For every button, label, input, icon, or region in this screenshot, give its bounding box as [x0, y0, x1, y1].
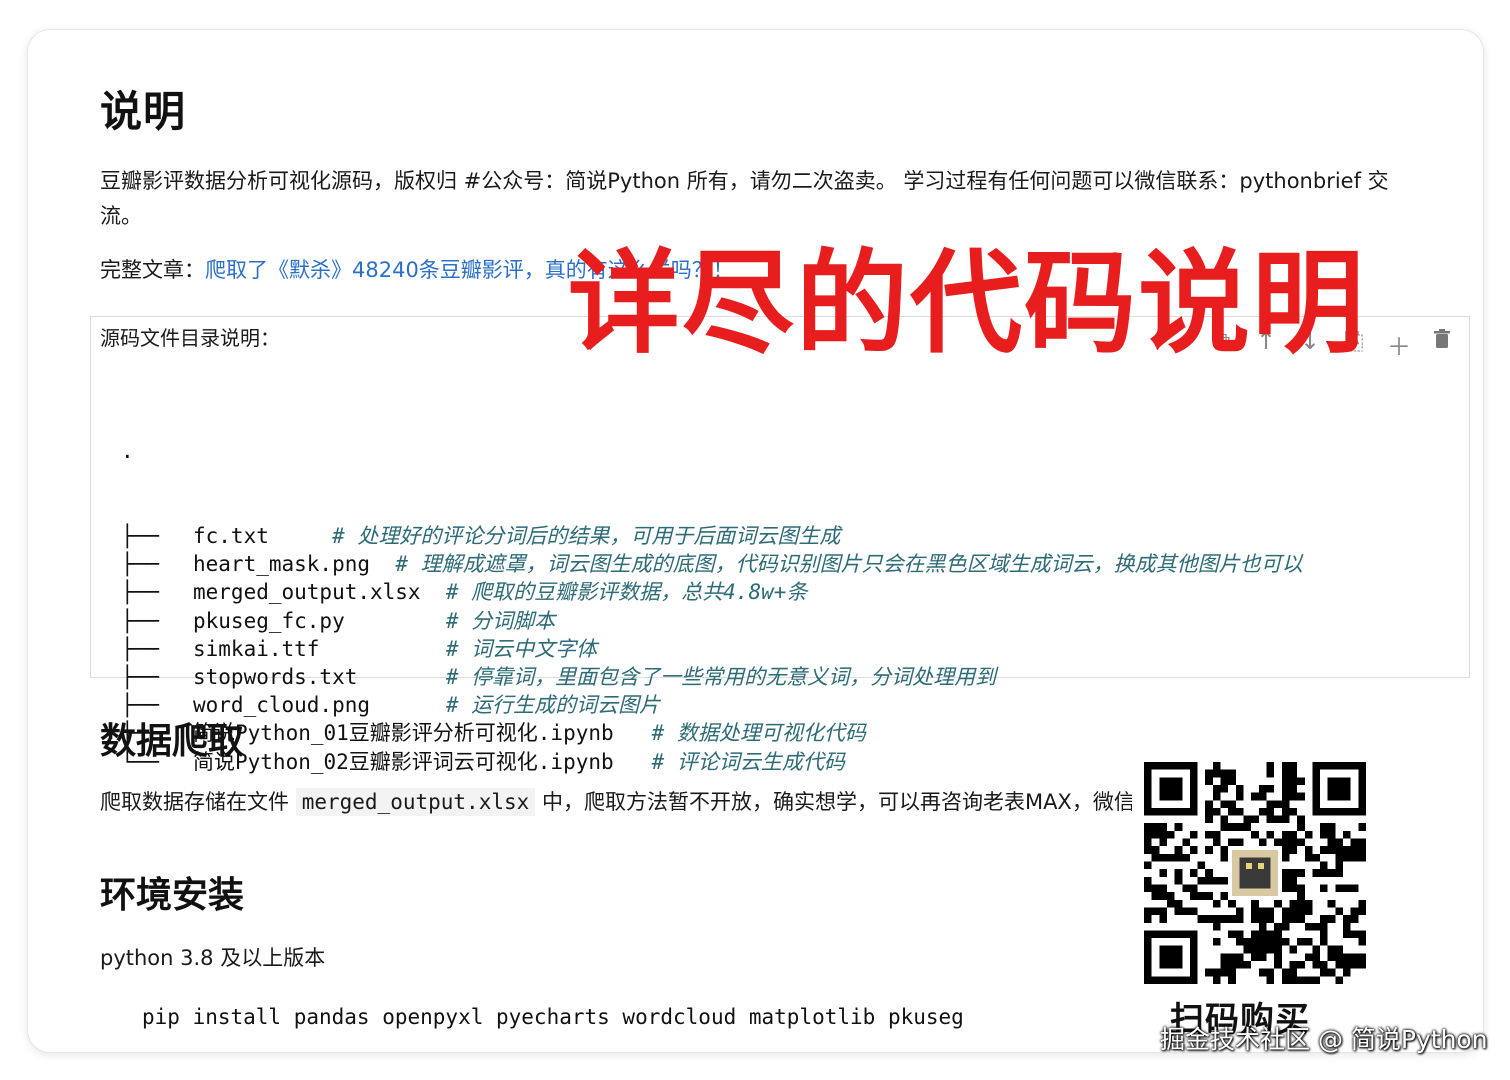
file-padding	[370, 691, 446, 719]
file-comment: # 分词脚本	[445, 608, 556, 633]
file-comment: # 评论词云生成代码	[651, 749, 845, 774]
file-comment: # 停靠词，里面包含了一些常用的无意义词，分词处理用到	[445, 665, 997, 690]
tree-row: ├── stopwords.txt # 停靠词，里面包含了一些常用的无意义词，分词…	[121, 663, 1303, 691]
tree-branch: ├──	[121, 524, 159, 549]
article-prefix: 完整文章：	[100, 258, 205, 282]
file-name: 简说Python_01豆瓣影评分析可视化.ipynb	[193, 721, 614, 746]
tree-root: .	[121, 437, 1303, 465]
file-padding	[345, 607, 446, 635]
file-comment: # 数据处理可视化代码	[651, 721, 866, 746]
section-title-install: 环境安装	[100, 875, 245, 916]
add-icon[interactable]: ＋	[1387, 327, 1411, 362]
tree-row: └── 简说Python_02豆瓣影评词云可视化.ipynb # 评论词云生成代码	[121, 748, 1303, 776]
file-tree: . ├── fc.txt # 处理好的评论分词后的结果，可用于后面词云图生成 ├──…	[121, 381, 1303, 832]
file-comment: # 处理好的评论分词后的结果，可用于后面词云图生成	[332, 524, 841, 549]
notebook-card: 说明 豆瓣影评数据分析可视化源码，版权归 #公众号：简说Python 所有，请勿…	[28, 30, 1483, 1052]
file-padding	[370, 550, 395, 578]
tree-root-dot: .	[121, 439, 134, 464]
file-padding	[319, 635, 445, 663]
tree-row: ├── merged_output.xlsx # 爬取的豆瓣影评数据，总共4.8w…	[121, 578, 1303, 606]
overlay-caption: 详尽的代码说明	[568, 239, 1366, 369]
tree-row: ├── 简说Python_01豆瓣影评分析可视化.ipynb # 数据处理可视化代…	[121, 719, 1303, 747]
crawl-text-after: 中，爬取方法暂不开放，确实想学，可以再咨询老表MAX，微信	[541, 790, 1132, 814]
section-title-crawl: 数据爬取	[100, 721, 245, 762]
tree-branch: ├──	[121, 636, 159, 661]
file-padding	[357, 663, 446, 691]
crawl-paragraph: 爬取数据存储在文件 merged_output.xlsx 中，爬取方法暂不开放，…	[100, 786, 1132, 816]
watermark: 掘金技术社区 @ 简说Python	[1160, 1025, 1488, 1054]
version-text: python 3.8 及以上版本	[100, 946, 326, 970]
file-name: pkuseg_fc.py	[193, 608, 345, 633]
file-name: merged_output.xlsx	[193, 580, 421, 605]
code-cell[interactable]: 源码文件目录说明： ⧉ ↑ ↓ ⎘ ＋ . ├── fc.txt # 处理好的评论…	[90, 316, 1470, 774]
code-cell-title: 源码文件目录说明：	[100, 326, 280, 350]
tree-row: ├── fc.txt # 处理好的评论分词后的结果，可用于后面词云图生成	[121, 522, 1303, 550]
file-name: fc.txt	[193, 524, 269, 549]
file-comment: # 运行生成的词云图片	[445, 693, 661, 718]
tree-row: ├── word_cloud.png # 运行生成的词云图片	[121, 691, 1303, 719]
file-name: 简说Python_02豆瓣影评词云可视化.ipynb	[193, 749, 614, 774]
tree-branch: ├──	[121, 608, 159, 633]
file-comment: # 爬取的豆瓣影评数据，总共4.8w+条	[445, 580, 808, 605]
pip-command: pip install pandas openpyxl pyecharts wo…	[142, 1005, 964, 1029]
file-padding	[614, 748, 652, 776]
file-padding	[614, 719, 652, 747]
tree-row: ├── heart_mask.png # 理解成遮罩，词云图生成的底图，代码识别图…	[121, 550, 1303, 578]
delete-icon[interactable]	[1431, 327, 1453, 362]
section-title-intro: 说明	[100, 87, 187, 136]
file-comment: # 理解成遮罩，词云图生成的底图，代码识别图片只会在黑色区域生成词云，换成其他图…	[395, 552, 1303, 577]
crawl-text-before: 爬取数据存储在文件	[100, 790, 289, 814]
tree-row: ├── simkai.ttf # 词云中文字体	[121, 635, 1303, 663]
tree-row: ├── pkuseg_fc.py # 分词脚本	[121, 607, 1303, 635]
file-padding	[421, 578, 446, 606]
file-name: heart_mask.png	[193, 552, 371, 577]
qr-code-image	[1144, 762, 1366, 984]
file-name: stopwords.txt	[193, 665, 358, 690]
tree-branch: ├──	[121, 665, 159, 690]
tree-branch: ├──	[121, 552, 159, 577]
file-name: simkai.ttf	[193, 636, 320, 661]
intro-paragraph: 豆瓣影评数据分析可视化源码，版权归 #公众号：简说Python 所有，请勿二次盗…	[100, 169, 1389, 228]
file-comment: # 词云中文字体	[445, 636, 598, 661]
tree-branch: ├──	[121, 580, 159, 605]
crawl-inline-code: merged_output.xlsx	[295, 788, 536, 816]
file-padding	[269, 522, 332, 550]
